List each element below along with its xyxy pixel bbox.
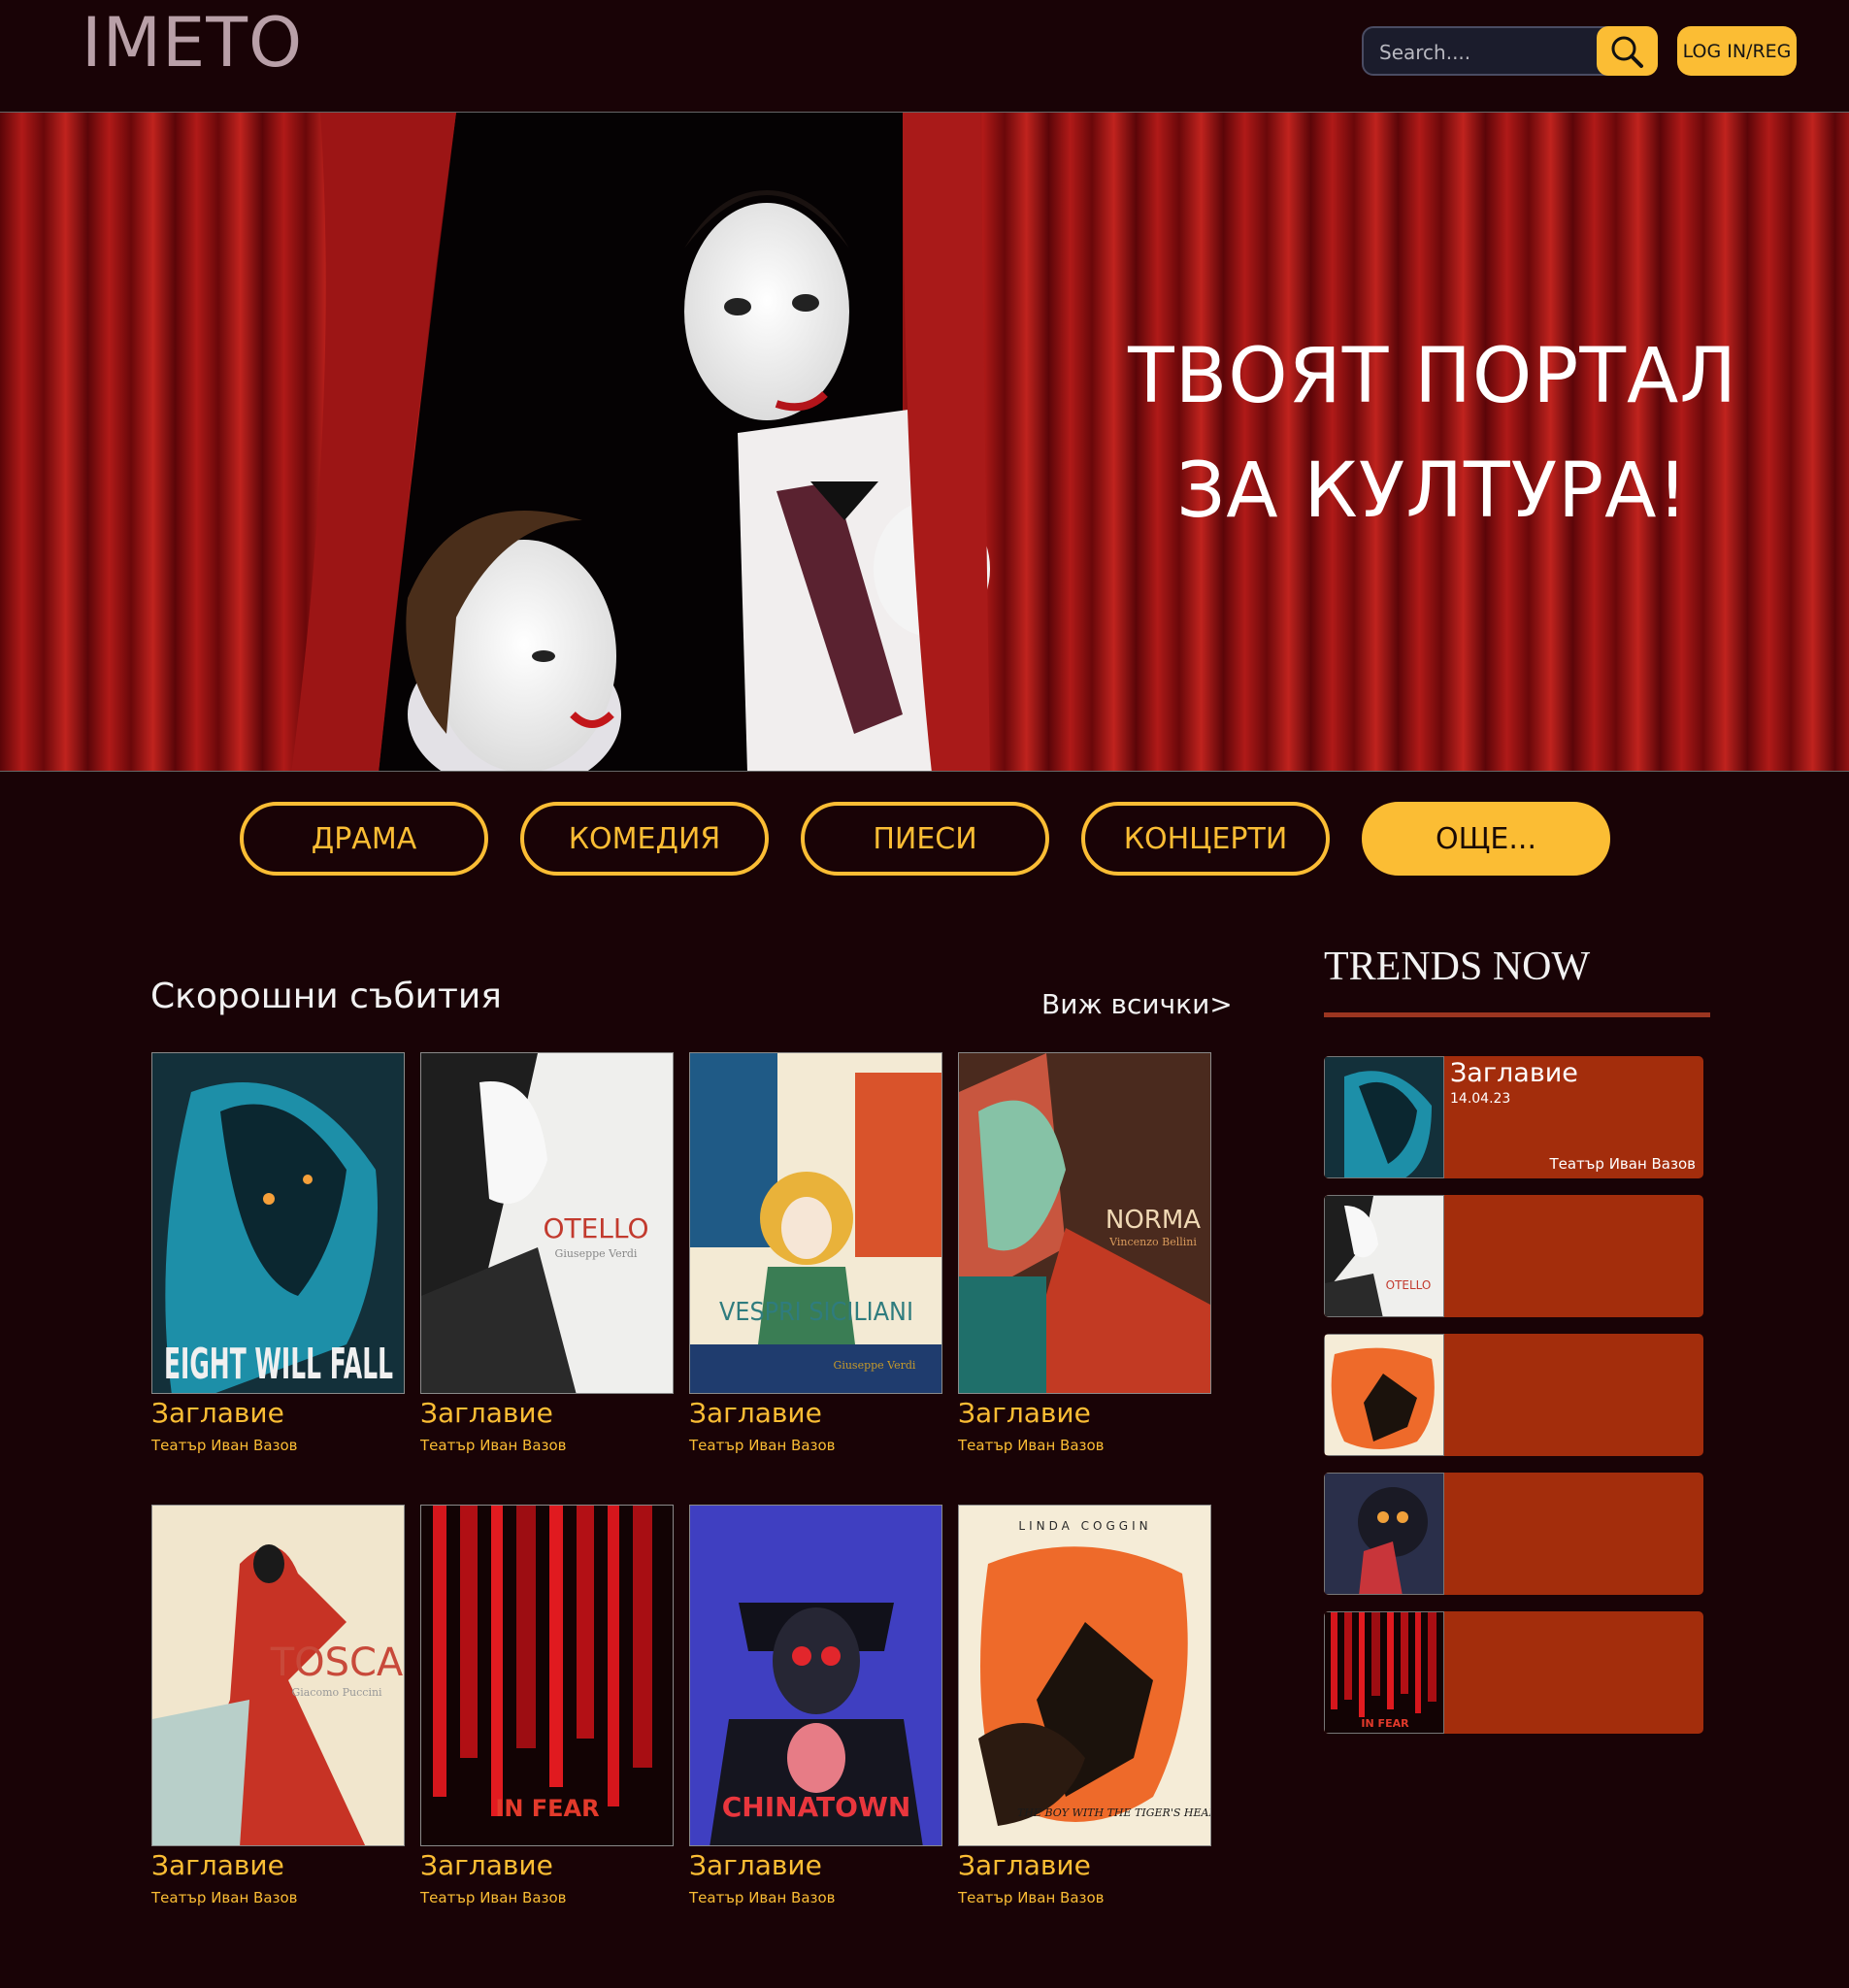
category-concerts-button[interactable]: КОНЦЕРТИ — [1081, 802, 1330, 876]
poster-subtitle: Vincenzo Bellini — [1108, 1236, 1197, 1248]
hero-tagline: ТВОЯТ ПОРТАЛ ЗА КУЛТУРА! — [1128, 319, 1737, 548]
event-title[interactable]: Заглавие — [420, 1849, 553, 1881]
poster-author: LINDA COGGIN — [1018, 1519, 1151, 1533]
poster-title: CHINATOWN — [722, 1791, 911, 1823]
event-title[interactable]: Заглавие — [689, 1849, 822, 1881]
event-title[interactable]: Заглавие — [958, 1397, 1091, 1429]
event-venue: Театър Иван Вазов — [151, 1437, 298, 1454]
search-button[interactable] — [1597, 26, 1658, 76]
recent-events-title: Скорошни събития — [150, 977, 502, 1016]
svg-text:OTELLO: OTELLO — [1386, 1278, 1432, 1292]
event-poster[interactable]: IN FEAR — [420, 1505, 674, 1846]
hero-tagline-line2: ЗА КУЛТУРА! — [1176, 447, 1689, 535]
category-drama-button[interactable]: ДРАМА — [240, 802, 488, 876]
poster-title: EIGHT WILL FALL — [164, 1340, 393, 1389]
event-poster[interactable]: OTELLO Giuseppe Verdi — [420, 1052, 674, 1394]
search-input[interactable] — [1377, 28, 1595, 76]
trends-title: TRENDS NOW — [1324, 944, 1591, 989]
trend-title: Заглавие — [1450, 1058, 1578, 1088]
poster-title: OTELLO — [543, 1212, 648, 1244]
trend-thumbnail — [1324, 1056, 1444, 1178]
event-poster[interactable]: LINDA COGGIN THE BOY WITH THE TIGER'S HE… — [958, 1505, 1211, 1846]
poster-title: IN FEAR — [495, 1795, 599, 1822]
trend-thumbnail — [1324, 1473, 1444, 1595]
poster-subtitle: Giuseppe Verdi — [555, 1247, 638, 1260]
poster-title: VESPRI SICILIANI — [719, 1298, 913, 1327]
event-venue: Театър Иван Вазов — [689, 1889, 836, 1906]
hero-banner: ТВОЯТ ПОРТАЛ ЗА КУЛТУРА! — [0, 112, 1849, 772]
event-title[interactable]: Заглавие — [689, 1397, 822, 1429]
poster-title: NORMA — [1106, 1206, 1201, 1235]
see-all-link[interactable]: Виж всички> — [1041, 988, 1233, 1020]
category-more-button[interactable]: ОЩЕ... — [1362, 802, 1610, 876]
trend-card[interactable] — [1324, 1473, 1703, 1595]
event-venue: Театър Иван Вазов — [958, 1437, 1105, 1454]
hero-tagline-line1: ТВОЯТ ПОРТАЛ — [1128, 333, 1737, 420]
event-poster[interactable]: VESPRI SICILIANI Giuseppe Verdi — [689, 1052, 942, 1394]
category-plays-button[interactable]: ПИЕСИ — [801, 802, 1049, 876]
event-poster[interactable]: CHINATOWN — [689, 1505, 942, 1846]
event-venue: Театър Иван Вазов — [689, 1437, 836, 1454]
event-title[interactable]: Заглавие — [151, 1849, 284, 1881]
poster-title: THE BOY WITH THE TIGER'S HEART — [1017, 1806, 1211, 1819]
trend-card[interactable] — [1324, 1334, 1703, 1456]
event-poster[interactable]: TOSCA Giacomo Puccini — [151, 1505, 405, 1846]
trend-thumbnail: IN FEAR — [1324, 1611, 1444, 1734]
event-poster[interactable]: EIGHT WILL FALL — [151, 1052, 405, 1394]
event-title[interactable]: Заглавие — [151, 1397, 284, 1429]
event-title[interactable]: Заглавие — [420, 1397, 553, 1429]
event-venue: Театър Иван Вазов — [151, 1889, 298, 1906]
trend-date: 14.04.23 — [1450, 1091, 1511, 1107]
trend-card[interactable]: IN FEAR — [1324, 1611, 1703, 1734]
poster-title: TOSCA — [270, 1640, 404, 1685]
event-venue: Театър Иван Вазов — [958, 1889, 1105, 1906]
site-logo[interactable]: IMETO — [82, 4, 303, 82]
category-comedy-button[interactable]: КОМЕДИЯ — [520, 802, 769, 876]
poster-subtitle: Giacomo Puccini — [291, 1686, 382, 1699]
event-poster[interactable]: NORMA Vincenzo Bellini — [958, 1052, 1211, 1394]
trend-card[interactable]: Заглавие 14.04.23 Театър Иван Вазов — [1324, 1056, 1703, 1178]
svg-text:IN FEAR: IN FEAR — [1361, 1717, 1409, 1730]
event-venue: Театър Иван Вазов — [420, 1889, 567, 1906]
trend-thumbnail — [1324, 1334, 1444, 1456]
poster-subtitle: Giuseppe Verdi — [834, 1359, 916, 1372]
trend-venue: Театър Иван Вазов — [1549, 1155, 1696, 1173]
event-title[interactable]: Заглавие — [958, 1849, 1091, 1881]
trend-thumbnail: OTELLO — [1324, 1195, 1444, 1317]
trends-divider — [1324, 1012, 1710, 1017]
event-venue: Театър Иван Вазов — [420, 1437, 567, 1454]
trend-card[interactable]: OTELLO — [1324, 1195, 1703, 1317]
login-register-button[interactable]: LOG IN/REG — [1677, 26, 1797, 76]
search-icon — [1611, 36, 1643, 68]
